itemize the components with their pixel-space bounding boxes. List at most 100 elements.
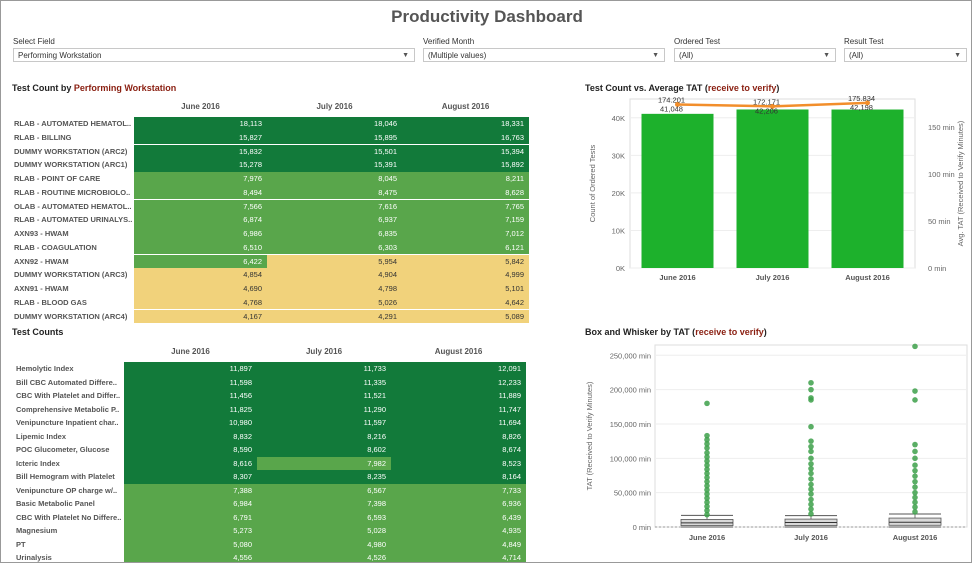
table-row[interactable]: DUMMY WORKSTATION (ARC3) 4,854 4,904 4,999 [14, 268, 529, 282]
bar-chart-title-suffix: ) [776, 83, 780, 93]
outlier-point [912, 478, 918, 485]
row-label: Hemolytic Index [16, 364, 74, 373]
table-cell: 7,012 [402, 227, 529, 241]
table-cell: 8,674 [391, 443, 526, 457]
outlier-point [912, 343, 918, 350]
table-row[interactable]: RLAB - BLOOD GAS 4,768 5,026 4,642 [14, 295, 529, 310]
table-row[interactable]: RLAB - COAGULATION 6,510 6,303 6,121 [14, 240, 529, 255]
filter-label-ordered-test: Ordered Test [674, 37, 721, 46]
row-label: DUMMY WORKSTATION (ARC1) [14, 160, 128, 170]
table-cell: 18,331 [402, 117, 529, 131]
table-cell: 4,854 [134, 268, 267, 282]
table-row[interactable]: RLAB - POINT OF CARE 7,976 8,045 8,211 [14, 172, 529, 186]
y-axis-title: TAT (Received to Verify Minutes) [585, 381, 594, 490]
table-row[interactable]: Icteric Index 8,616 7,982 8,523 [16, 456, 526, 471]
table-row[interactable]: AXN93 - HWAM 6,986 6,835 7,012 [14, 227, 529, 241]
table2-title: Test Counts [12, 327, 64, 337]
row-label: RLAB - BILLING [14, 132, 72, 142]
outlier-point [912, 499, 918, 506]
table-row[interactable]: Venipuncture Inpatient char.. 10,980 11,59… [16, 416, 526, 430]
table-cell: 11,597 [257, 416, 391, 430]
row-label: CBC With Platelet No Differe.. [16, 512, 122, 522]
table-cell: 16,763 [402, 130, 529, 145]
table-row[interactable]: RLAB - AUTOMATED URINALYS.. 6,874 6,937 7,1… [14, 213, 529, 227]
bar-data-label: 41,048 [660, 104, 683, 113]
table-row[interactable]: RLAB - ROUTINE MICROBIOLO.. 8,494 8,475 8,6… [14, 185, 529, 200]
y-tick-label: 0K [616, 264, 625, 273]
table-row[interactable]: Comprehensive Metabolic P.. 11,825 11,290 1… [16, 402, 526, 417]
row-label: AXN91 - HWAM [14, 284, 69, 293]
table-cell: 6,936 [391, 497, 526, 511]
table-row[interactable]: PT 5,080 4,980 4,849 [16, 537, 526, 552]
table-row[interactable]: Venipuncture OP charge w/.. 7,388 6,567 7,7… [16, 483, 526, 498]
x-tick-label: July 2016 [756, 273, 790, 282]
outlier-point [808, 379, 814, 386]
table-row[interactable]: RLAB - AUTOMATED HEMATOL.. 18,113 18,046 18… [14, 117, 529, 131]
y-tick-label: 10K [612, 226, 625, 235]
table-row[interactable]: RLAB - BILLING 15,827 15,895 16,763 [14, 130, 529, 145]
table-cell: 4,690 [134, 282, 267, 296]
outlier-point [808, 465, 814, 472]
outlier-point [808, 486, 814, 493]
outlier-point [912, 441, 918, 448]
table-cell: 4,798 [267, 282, 402, 296]
table-cell: 7,566 [134, 199, 267, 214]
table-row[interactable]: AXN92 - HWAM 6,422 5,954 5,842 [14, 254, 529, 269]
row-label: RLAB - BLOOD GAS [14, 297, 87, 307]
table-cell: 4,935 [391, 524, 526, 538]
table-row[interactable]: Hemolytic Index 11,897 11,733 12,091 [16, 362, 526, 376]
y-axis-title: Count of Ordered Tests [588, 145, 597, 223]
line-data-label: 174.201 [658, 95, 685, 104]
bar-data-label: 42,198 [850, 103, 873, 112]
table-row[interactable]: CBC With Platelet and Differ.. 11,456 11,5… [16, 389, 526, 403]
table-cell: 4,556 [124, 551, 257, 562]
table-row[interactable]: Bill Hemogram with Platelet 8,307 8,235 8,1… [16, 470, 526, 484]
table-cell: 4,849 [391, 537, 526, 552]
table-row[interactable]: Basic Metabolic Panel 6,984 7,398 6,936 [16, 497, 526, 511]
outlier-point [912, 473, 918, 479]
table-row[interactable]: DUMMY WORKSTATION (ARC4) 4,167 4,291 5,089 [14, 309, 529, 324]
select-field-value: Performing Workstation [18, 51, 102, 60]
filter-label-select-field: Select Field [13, 37, 55, 46]
table-cell: 10,980 [124, 416, 257, 430]
table-row[interactable]: Lipemic Index 8,832 8,216 8,826 [16, 429, 526, 444]
x-tick-label: June 2016 [659, 273, 695, 282]
table-cell: 7,733 [391, 483, 526, 498]
verified-month-value: (Multiple values) [428, 51, 487, 60]
row-label: Magnesium [16, 526, 58, 535]
table-cell: 7,388 [124, 483, 257, 498]
table1-title-highlight: Performing Workstation [73, 83, 177, 93]
result-test-dropdown[interactable]: (All) ▼ [844, 48, 967, 62]
table-cell: 15,501 [267, 144, 402, 159]
table-cell: 15,895 [267, 130, 402, 145]
select-field-dropdown[interactable]: Performing Workstation ▼ [13, 48, 415, 62]
table-cell: 6,121 [402, 240, 529, 255]
table-cell: 11,747 [391, 402, 526, 417]
outlier-point [704, 511, 710, 518]
table-row[interactable]: Bill CBC Automated Differe.. 11,598 11,335… [16, 375, 526, 390]
table-row[interactable]: AXN91 - HWAM 4,690 4,798 5,101 [14, 282, 529, 296]
table-row[interactable]: DUMMY WORKSTATION (ARC1) 15,278 15,391 15,8… [14, 158, 529, 172]
row-label: AXN93 - HWAM [14, 229, 69, 238]
table-row[interactable]: DUMMY WORKSTATION (ARC2) 15,832 15,501 15,3… [14, 144, 529, 159]
outlier-point [912, 494, 918, 501]
table-row[interactable]: Urinalysis 4,556 4,526 4,714 [16, 551, 526, 562]
box [888, 517, 942, 526]
table-cell: 5,842 [402, 254, 529, 269]
ordered-test-dropdown[interactable]: (All) ▼ [674, 48, 836, 62]
y-tick-label: 200,000 min [610, 386, 651, 395]
table-row[interactable]: OLAB - AUTOMATED HEMATOL.. 7,566 7,616 7,76… [14, 199, 529, 214]
table-cell: 6,422 [134, 254, 267, 269]
table-row[interactable]: CBC With Platelet No Differe.. 6,791 6,593… [16, 510, 526, 525]
table-cell: 15,827 [134, 130, 267, 145]
outlier-point [912, 489, 918, 496]
table-row[interactable]: Magnesium 5,273 5,028 4,935 [16, 524, 526, 538]
table-cell: 4,526 [257, 551, 391, 562]
table-row[interactable]: POC Glucometer, Glucose 8,590 8,602 8,674 [16, 443, 526, 457]
row-label: RLAB - AUTOMATED HEMATOL.. [14, 119, 132, 128]
x-tick-label: June 2016 [689, 533, 725, 542]
table-cell: 7,765 [402, 199, 529, 214]
y-tick-label: 20K [612, 189, 625, 198]
table-cell: 8,616 [124, 456, 257, 471]
verified-month-dropdown[interactable]: (Multiple values) ▼ [423, 48, 665, 62]
